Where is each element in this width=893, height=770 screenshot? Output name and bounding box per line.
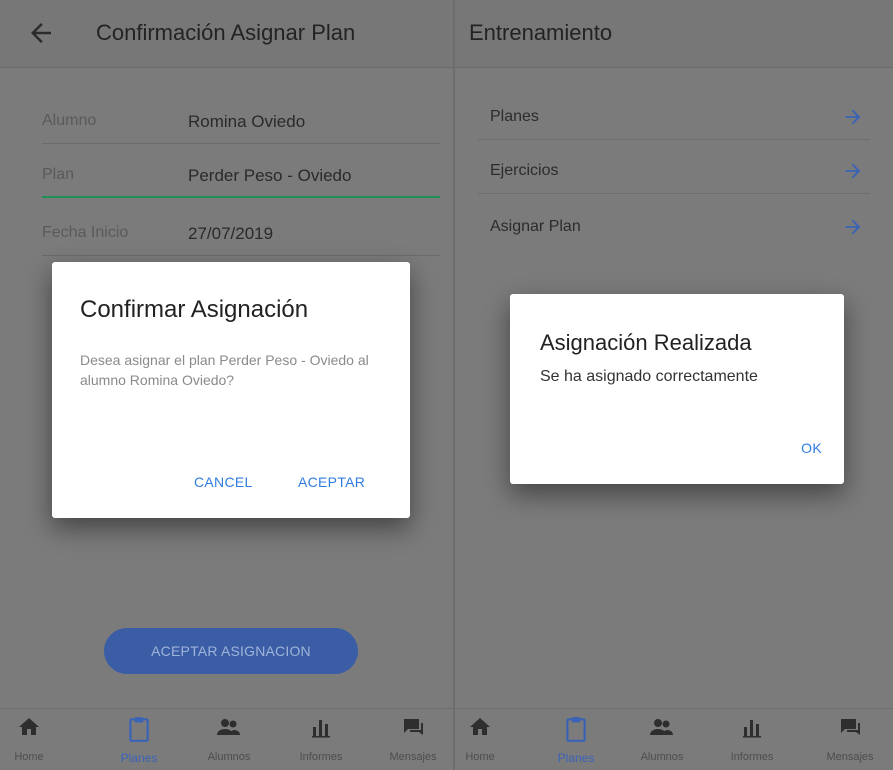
start-date-value: 27/07/2019 xyxy=(188,224,274,243)
accept-assignment-button[interactable]: ACEPTAR ASIGNACION xyxy=(104,628,358,674)
people-icon xyxy=(217,719,240,735)
nav-label-planes: Planes xyxy=(557,751,595,765)
chat-icon xyxy=(841,719,860,735)
ok-button[interactable]: OK xyxy=(801,440,822,456)
nav-alumnos[interactable]: Alumnos xyxy=(619,709,705,770)
bar-chart-icon xyxy=(743,720,761,738)
nav-planes[interactable]: Planes xyxy=(533,709,619,770)
clipboard-icon xyxy=(129,717,149,742)
start-date-label: Fecha Inicio xyxy=(42,224,129,241)
menu-item-asignar-plan[interactable]: Asignar Plan xyxy=(478,206,870,250)
nav-label-home: Home xyxy=(14,751,44,763)
cancel-button[interactable]: CANCEL xyxy=(194,474,253,490)
nav-mensajes[interactable]: Mensajes xyxy=(807,709,893,770)
page-title: Confirmación Asignar Plan xyxy=(96,20,356,45)
screen-confirm-assign: Confirmación Asignar Plan Alumno Romina … xyxy=(0,0,455,770)
plan-field[interactable]: Plan Perder Peso - Oviedo xyxy=(42,154,440,198)
nav-label-alumnos: Alumnos xyxy=(640,751,684,763)
accept-button[interactable]: ACEPTAR xyxy=(298,474,365,490)
nav-label-informes: Informes xyxy=(299,751,343,763)
arrow-right-icon xyxy=(845,109,861,125)
screen-training: Entrenamiento Planes Ejercicios Asignar … xyxy=(455,0,893,770)
student-value: Romina Oviedo xyxy=(188,112,306,131)
assignment-done-dialog: Asignación Realizada Se ha asignado corr… xyxy=(510,294,844,484)
nav-label-mensajes: Mensajes xyxy=(826,751,874,763)
menu-label: Planes xyxy=(490,108,539,125)
people-icon xyxy=(650,719,673,735)
menu-label: Asignar Plan xyxy=(490,218,581,235)
arrow-right-icon xyxy=(845,163,861,179)
home-icon xyxy=(19,718,39,735)
nav-home[interactable]: Home xyxy=(455,709,523,770)
nav-informes[interactable]: Informes xyxy=(709,709,795,770)
menu-item-ejercicios[interactable]: Ejercicios xyxy=(478,150,870,194)
nav-planes[interactable]: Planes xyxy=(96,709,182,770)
nav-label-planes: Planes xyxy=(120,751,158,765)
nav-label-informes: Informes xyxy=(730,751,774,763)
dialog-title: Asignación Realizada xyxy=(540,330,752,355)
nav-home[interactable]: Home xyxy=(0,709,72,770)
nav-alumnos[interactable]: Alumnos xyxy=(186,709,272,770)
nav-informes[interactable]: Informes xyxy=(278,709,364,770)
nav-mensajes[interactable]: Mensajes xyxy=(370,709,455,770)
nav-label-mensajes: Mensajes xyxy=(389,751,437,763)
start-date-field[interactable]: Fecha Inicio 27/07/2019 xyxy=(42,212,440,256)
app-bar: Confirmación Asignar Plan xyxy=(0,0,455,68)
home-icon xyxy=(470,718,490,735)
bottom-nav: Home Planes Alumnos Informes Mensajes xyxy=(0,708,455,770)
chat-icon xyxy=(404,719,423,735)
student-field: Alumno Romina Oviedo xyxy=(42,100,440,144)
app-bar: Entrenamiento xyxy=(455,0,893,68)
dialog-message: Se ha asignado correctamente xyxy=(540,368,758,385)
page-title: Entrenamiento xyxy=(469,20,613,45)
nav-label-alumnos: Alumnos xyxy=(207,751,251,763)
nav-label-home: Home xyxy=(465,751,495,763)
clipboard-icon xyxy=(566,717,586,742)
bar-chart-icon xyxy=(312,720,330,738)
dialog-title: Confirmar Asignación xyxy=(80,296,309,323)
dialog-message: Desea asignar el plan Perder Peso - Ovie… xyxy=(80,352,369,388)
confirm-assignment-dialog: Confirmar Asignación Desea asignar el pl… xyxy=(52,262,410,518)
plan-label: Plan xyxy=(42,166,75,183)
arrow-right-icon xyxy=(845,219,861,235)
student-label: Alumno xyxy=(42,112,97,129)
bottom-nav: Home Planes Alumnos Informes Mensajes xyxy=(455,708,893,770)
menu-label: Ejercicios xyxy=(490,162,559,179)
plan-value: Perder Peso - Oviedo xyxy=(188,166,352,185)
back-arrow-icon[interactable] xyxy=(26,18,56,48)
menu-item-planes[interactable]: Planes xyxy=(478,96,870,140)
